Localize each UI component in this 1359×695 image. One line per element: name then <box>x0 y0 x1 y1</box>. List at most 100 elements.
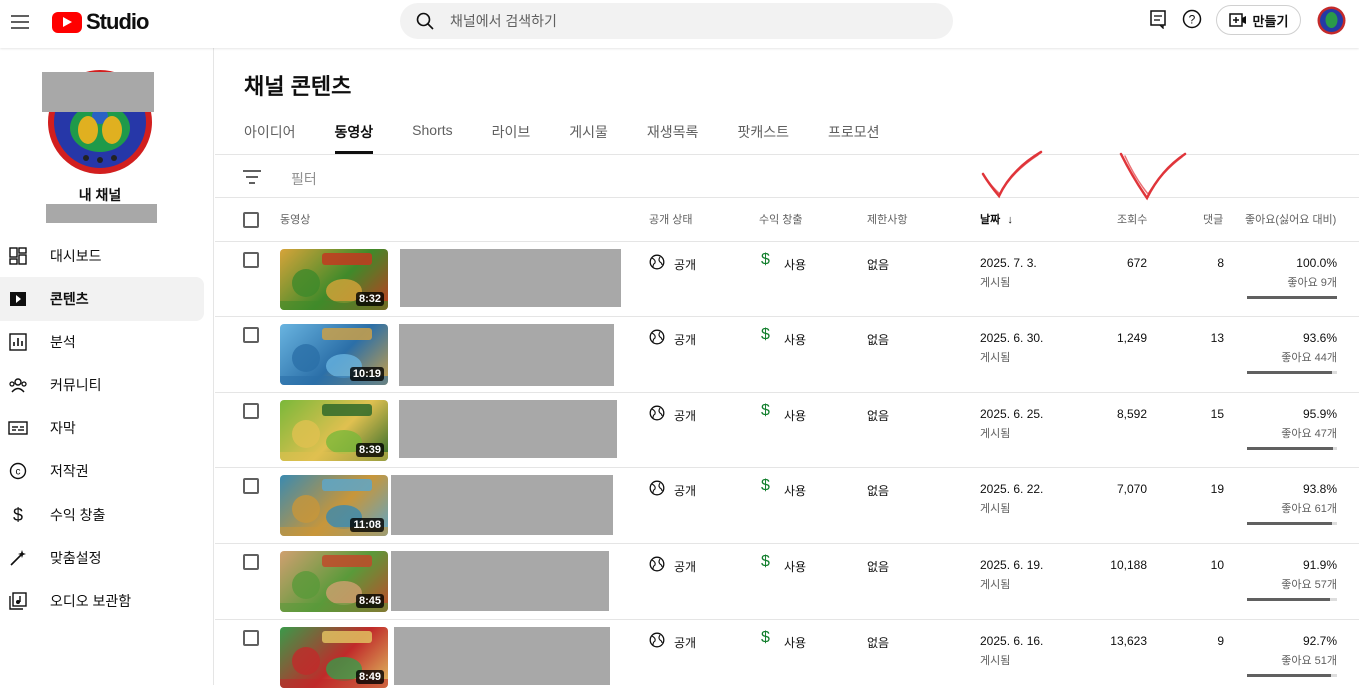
sidebar-item-label: 분석 <box>50 334 76 350</box>
video-thumbnail[interactable]: 10:19 <box>280 324 388 385</box>
table-row[interactable]: 8:49 공개 $ 사용 없음 2025. 6. 16. 게시됨 13,623 … <box>215 619 1359 695</box>
restrictions-value: 없음 <box>867 258 890 272</box>
tab-shorts[interactable]: Shorts <box>412 122 452 154</box>
content-icon <box>6 287 30 311</box>
monetization-value: 사용 <box>784 258 807 272</box>
tab-playlists[interactable]: 재생목록 <box>647 122 699 154</box>
likes-ratio-bar <box>1247 296 1337 299</box>
comments-value: 9 <box>1217 634 1224 648</box>
tab-ideas[interactable]: 아이디어 <box>244 122 296 154</box>
table-row[interactable]: 8:45 공개 $ 사용 없음 2025. 6. 19. 게시됨 10,188 … <box>215 543 1359 619</box>
sidebar-item-content[interactable]: 콘텐츠 <box>0 277 204 321</box>
likes-percentage: 93.6% <box>1302 331 1337 345</box>
restrictions-value: 없음 <box>867 560 890 574</box>
table-row[interactable]: 11:08 공개 $ 사용 없음 2025. 6. 22. 게시됨 7,070 … <box>215 467 1359 543</box>
sidebar-item-community[interactable]: 커뮤니티 <box>0 363 204 407</box>
filter-icon[interactable] <box>243 169 261 185</box>
dollar-icon: $ <box>761 629 770 646</box>
restrictions-value: 없음 <box>867 484 890 498</box>
create-video-icon <box>1228 13 1246 27</box>
column-likes[interactable]: 좋아요(싫어요 대비) <box>1245 211 1336 227</box>
column-monetization[interactable]: 수익 창출 <box>759 211 803 227</box>
column-comments[interactable]: 댓글 <box>1203 211 1223 227</box>
views-value: 672 <box>1126 256 1147 270</box>
tab-videos[interactable]: 동영상 <box>334 122 374 154</box>
likes-percentage: 92.7% <box>1302 634 1337 648</box>
sidebar-item-label: 콘텐츠 <box>50 291 89 307</box>
visibility-value[interactable]: 공개 <box>674 331 696 348</box>
subtitles-icon <box>6 416 30 440</box>
column-video: 동영상 <box>280 214 311 226</box>
dollar-icon: $ <box>761 402 770 419</box>
sidebar-item-dashboard[interactable]: 대시보드 <box>0 234 204 278</box>
studio-logo[interactable]: Studio <box>52 9 149 35</box>
video-thumbnail[interactable]: 8:32 <box>280 249 388 310</box>
red-check-annotation-views <box>1119 152 1187 201</box>
likes-ratio-bar <box>1247 674 1337 677</box>
table-row[interactable]: 10:19 공개 $ 사용 없음 2025. 6. 30. 게시됨 1,249 … <box>215 316 1359 392</box>
comments-value: 13 <box>1210 331 1224 345</box>
row-checkbox[interactable] <box>243 327 259 343</box>
likes-percentage: 93.8% <box>1302 482 1337 496</box>
tab-promotions[interactable]: 프로모션 <box>828 122 880 154</box>
sidebar-item-monetization[interactable]: $ 수익 창출 <box>0 493 204 537</box>
column-restrictions[interactable]: 제한사항 <box>867 211 907 227</box>
restrictions-value: 없음 <box>867 636 890 650</box>
video-thumbnail[interactable]: 8:49 <box>280 627 388 688</box>
visibility-value[interactable]: 공개 <box>674 482 696 499</box>
video-thumbnail[interactable]: 8:45 <box>280 551 388 612</box>
video-duration: 11:08 <box>350 518 384 532</box>
channel-label: 내 채널 <box>78 187 122 203</box>
video-thumbnail[interactable]: 8:39 <box>280 400 388 461</box>
redacted-video-title <box>391 551 609 611</box>
video-duration: 8:32 <box>355 292 384 306</box>
column-visibility[interactable]: 공개 상태 <box>649 211 693 227</box>
row-checkbox[interactable] <box>243 630 259 646</box>
date-value: 2025. 6. 25. <box>980 407 1044 421</box>
globe-icon <box>649 556 665 577</box>
sidebar-item-subtitles[interactable]: 자막 <box>0 406 204 450</box>
row-checkbox[interactable] <box>243 403 259 419</box>
community-icon <box>6 373 30 397</box>
tab-live[interactable]: 라이브 <box>492 122 531 154</box>
sidebar-item-customization[interactable]: 맞춤설정 <box>0 536 204 580</box>
search-input[interactable]: 채널에서 검색하기 <box>450 11 557 31</box>
filter-input[interactable]: 필터 <box>291 169 317 189</box>
likes-count: 좋아요 51개 <box>1281 655 1337 667</box>
sidebar-item-label: 자막 <box>50 420 76 436</box>
sidebar-item-copyright[interactable]: c 저작권 <box>0 449 204 493</box>
column-views[interactable]: 조회수 <box>1117 211 1147 227</box>
column-date[interactable]: 날짜 ↓ <box>980 211 1013 227</box>
row-checkbox[interactable] <box>243 478 259 494</box>
account-avatar[interactable] <box>1317 6 1346 35</box>
video-duration: 8:49 <box>355 670 384 684</box>
globe-icon <box>649 405 665 426</box>
feedback-icon[interactable] <box>1148 9 1170 31</box>
date-value: 2025. 6. 16. <box>980 634 1044 648</box>
help-icon[interactable]: ? <box>1182 9 1204 31</box>
youtube-logo-icon <box>52 11 82 33</box>
menu-icon[interactable] <box>8 10 32 34</box>
video-thumbnail[interactable]: 11:08 <box>280 475 388 536</box>
visibility-value[interactable]: 공개 <box>674 634 696 651</box>
table-row[interactable]: 8:39 공개 $ 사용 없음 2025. 6. 25. 게시됨 8,592 1… <box>215 392 1359 468</box>
search-bar[interactable]: 채널에서 검색하기 <box>400 3 953 39</box>
dollar-icon: $ <box>761 553 770 570</box>
visibility-value[interactable]: 공개 <box>674 407 696 424</box>
date-status: 게시됨 <box>980 655 1011 667</box>
sidebar-item-analytics[interactable]: 분석 <box>0 320 204 364</box>
tab-podcasts[interactable]: 팟캐스트 <box>737 122 789 154</box>
row-checkbox[interactable] <box>243 554 259 570</box>
redacted-video-title <box>400 249 621 307</box>
create-button[interactable]: 만들기 <box>1216 5 1301 35</box>
row-checkbox[interactable] <box>243 252 259 268</box>
table-row[interactable]: 8:32 공개 $ 사용 없음 2025. 7. 3. 게시됨 672 8 10… <box>215 241 1359 317</box>
visibility-value[interactable]: 공개 <box>674 558 696 575</box>
sidebar-item-audio-library[interactable]: 오디오 보관함 <box>0 579 204 623</box>
tab-posts[interactable]: 게시물 <box>569 122 608 154</box>
select-all-checkbox[interactable] <box>243 212 259 228</box>
create-label: 만들기 <box>1252 13 1289 29</box>
sidebar-item-label: 커뮤니티 <box>50 377 102 393</box>
sidebar-item-label: 대시보드 <box>50 248 102 264</box>
visibility-value[interactable]: 공개 <box>674 256 696 273</box>
